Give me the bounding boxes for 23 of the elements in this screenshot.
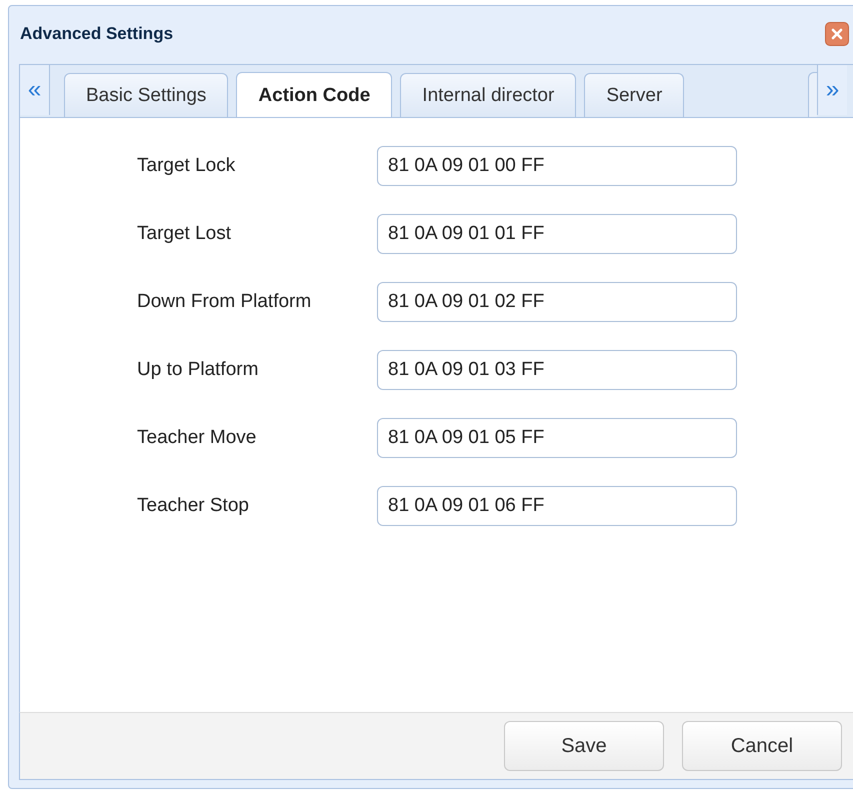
close-icon bbox=[831, 28, 843, 40]
field-label: Teacher Move bbox=[137, 427, 258, 449]
tab[interactable]: Server bbox=[584, 73, 684, 117]
tab[interactable]: Basic Settings bbox=[64, 73, 228, 117]
tab[interactable]: Action Code bbox=[236, 72, 392, 117]
input-field[interactable]: 81 0A 09 01 01 FF bbox=[377, 214, 737, 254]
close-button[interactable] bbox=[825, 22, 849, 46]
input-field[interactable]: 81 0A 09 01 03 FF bbox=[377, 350, 737, 390]
input-field[interactable]: 81 0A 09 01 00 FF bbox=[377, 146, 737, 186]
input-field[interactable]: 81 0A 09 01 06 FF bbox=[377, 486, 737, 526]
scroll-left-button[interactable]: « bbox=[20, 65, 50, 115]
input-field[interactable]: 81 0A 09 01 02 FF bbox=[377, 282, 737, 322]
dialog-button[interactable]: Save bbox=[504, 721, 664, 771]
scroll-right-button[interactable]: » bbox=[817, 65, 847, 115]
field-label: Target Lost bbox=[137, 223, 232, 245]
dialog-button[interactable]: Cancel bbox=[682, 721, 842, 771]
field-label: Target Lock bbox=[137, 155, 236, 177]
field-label: Up to Platform bbox=[137, 359, 260, 381]
input-field[interactable]: 81 0A 09 01 05 FF bbox=[377, 418, 737, 458]
field-label: Teacher Stop bbox=[137, 495, 250, 517]
window-title: Advanced Settings bbox=[19, 24, 174, 44]
tab[interactable]: Internal director bbox=[400, 73, 576, 117]
field-label: Down From Platform bbox=[137, 291, 312, 313]
